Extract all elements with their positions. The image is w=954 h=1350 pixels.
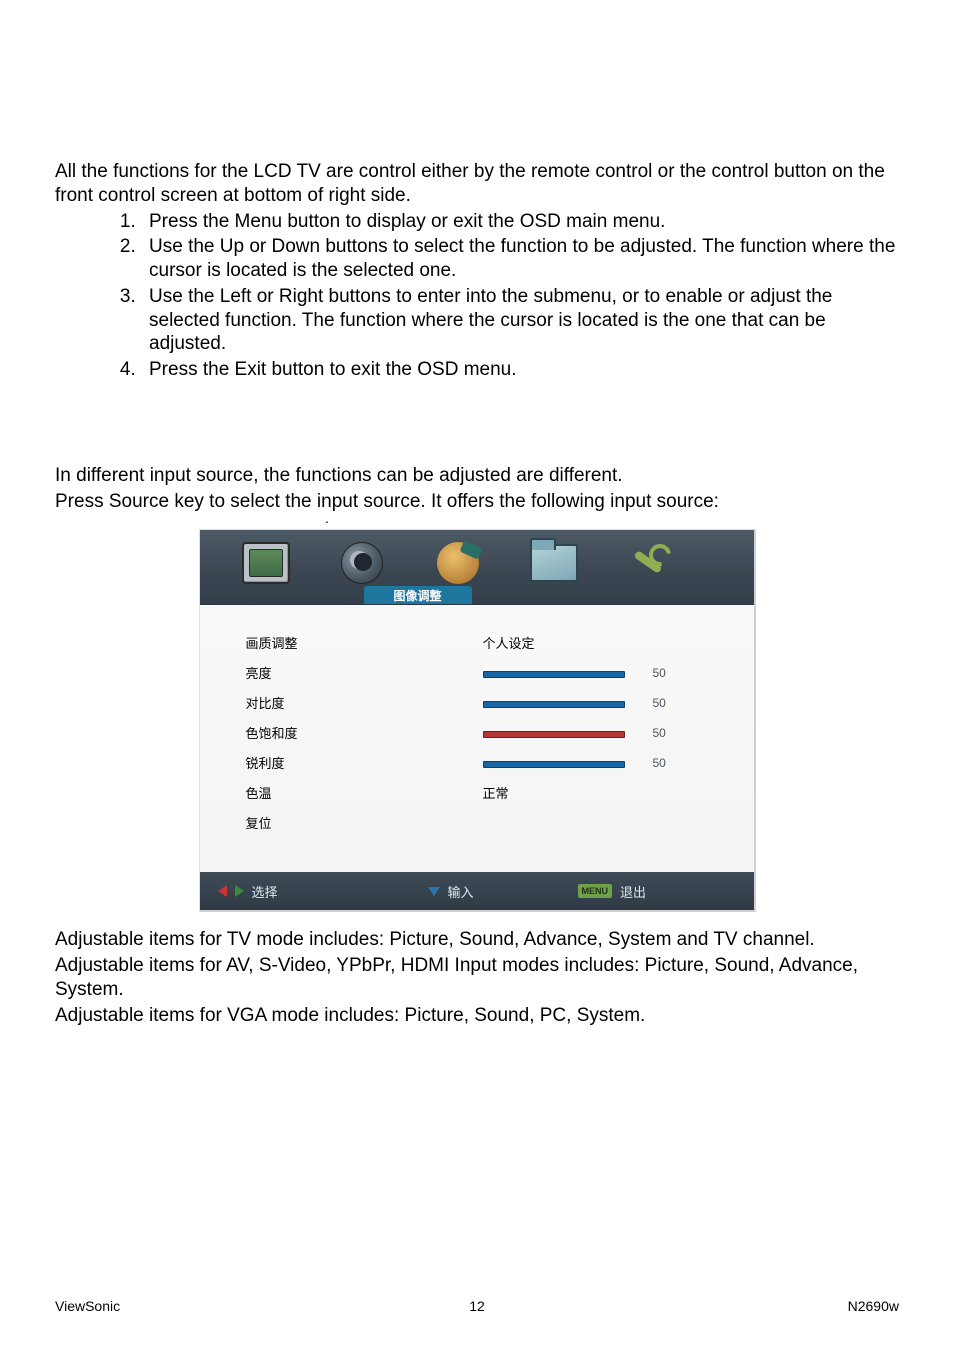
footer-select: 选择	[218, 882, 278, 901]
value-brightness[interactable]: 50	[483, 659, 720, 689]
osd-footer: 选择 输入 MENU 退出	[200, 872, 754, 910]
label-quality[interactable]: 画质调整	[246, 629, 483, 659]
arrow-down-icon	[428, 887, 440, 896]
osd-tab-strip: 图像调整	[200, 530, 754, 605]
bar-sharpness	[483, 761, 625, 768]
osd-value-column: 个人设定 50 50 50	[483, 629, 720, 838]
gear-icon	[437, 542, 479, 584]
instruction-3: Use the Left or Right buttons to enter i…	[141, 285, 899, 356]
footer-enter: 输入	[428, 882, 474, 901]
label-sharpness[interactable]: 锐利度	[246, 749, 483, 779]
label-colortemp[interactable]: 色温	[246, 779, 483, 809]
arrow-left-icon	[218, 885, 227, 897]
num-sharpness: 50	[653, 750, 666, 778]
value-colortemp: 正常	[483, 779, 720, 809]
page-footer: ViewSonic 12 N2690w	[55, 1298, 899, 1314]
osd-panel: 图像调整 画质调整 亮度 对比度 色饱和度 锐利度 色温 复位 个人设定	[199, 529, 756, 912]
volume-icon	[341, 542, 383, 584]
label-reset[interactable]: 复位	[246, 809, 483, 839]
num-contrast: 50	[653, 690, 666, 718]
value-colortemp-text: 正常	[483, 779, 509, 809]
tab-label-strip: 图像调整	[200, 586, 754, 604]
intro-text: All the functions for the LCD TV are con…	[55, 160, 899, 208]
osd-label-column: 画质调整 亮度 对比度 色饱和度 锐利度 色温 复位	[246, 629, 483, 838]
below-p2: Adjustable items for AV, S-Video, YPbPr,…	[55, 954, 899, 1002]
tab-sound[interactable]	[314, 540, 410, 586]
instruction-2: Use the Up or Down buttons to select the…	[141, 235, 899, 283]
label-contrast[interactable]: 对比度	[246, 689, 483, 719]
value-saturation[interactable]: 50	[483, 719, 720, 749]
footer-exit: MENU 退出	[578, 882, 647, 901]
instruction-4: Press the Exit button to exit the OSD me…	[141, 358, 899, 382]
below-text-block: Adjustable items for TV mode includes: P…	[55, 928, 899, 1027]
tab-picture[interactable]	[218, 540, 314, 586]
bar-brightness	[483, 671, 625, 678]
folder-icon	[530, 544, 578, 582]
value-sharpness[interactable]: 50	[483, 749, 720, 779]
stray-dot: .	[325, 515, 899, 521]
tab-tools[interactable]	[602, 540, 698, 586]
value-contrast[interactable]: 50	[483, 689, 720, 719]
label-brightness[interactable]: 亮度	[246, 659, 483, 689]
active-tab-label: 图像调整	[364, 586, 472, 604]
bar-saturation	[483, 731, 625, 738]
footer-exit-label: 退出	[620, 882, 646, 901]
tab-advance[interactable]	[410, 540, 506, 586]
below-p1: Adjustable items for TV mode includes: P…	[55, 928, 899, 952]
footer-page: 12	[55, 1298, 899, 1314]
osd-body: 画质调整 亮度 对比度 色饱和度 锐利度 色温 复位 个人设定 50	[200, 605, 754, 872]
below-p3: Adjustable items for VGA mode includes: …	[55, 1004, 899, 1028]
tab-system[interactable]	[506, 540, 602, 586]
wrench-icon	[629, 542, 671, 584]
num-saturation: 50	[653, 720, 666, 748]
monitor-icon	[242, 542, 290, 584]
footer-enter-label: 输入	[448, 882, 474, 901]
mid-text-2: Press Source key to select the input sou…	[55, 490, 899, 514]
value-quality-text: 个人设定	[483, 629, 535, 659]
menu-badge: MENU	[578, 884, 613, 898]
arrow-right-icon	[235, 885, 244, 897]
num-brightness: 50	[653, 660, 666, 688]
mid-text-1: In different input source, the functions…	[55, 464, 899, 488]
instruction-1: Press the Menu button to display or exit…	[141, 210, 899, 234]
bar-contrast	[483, 701, 625, 708]
label-saturation[interactable]: 色饱和度	[246, 719, 483, 749]
value-quality: 个人设定	[483, 629, 720, 659]
osd-wrapper: 图像调整 画质调整 亮度 对比度 色饱和度 锐利度 色温 复位 个人设定	[55, 529, 899, 912]
page: All the functions for the LCD TV are con…	[0, 0, 954, 1350]
instruction-list: Press the Menu button to display or exit…	[55, 210, 899, 382]
footer-select-label: 选择	[252, 882, 278, 901]
